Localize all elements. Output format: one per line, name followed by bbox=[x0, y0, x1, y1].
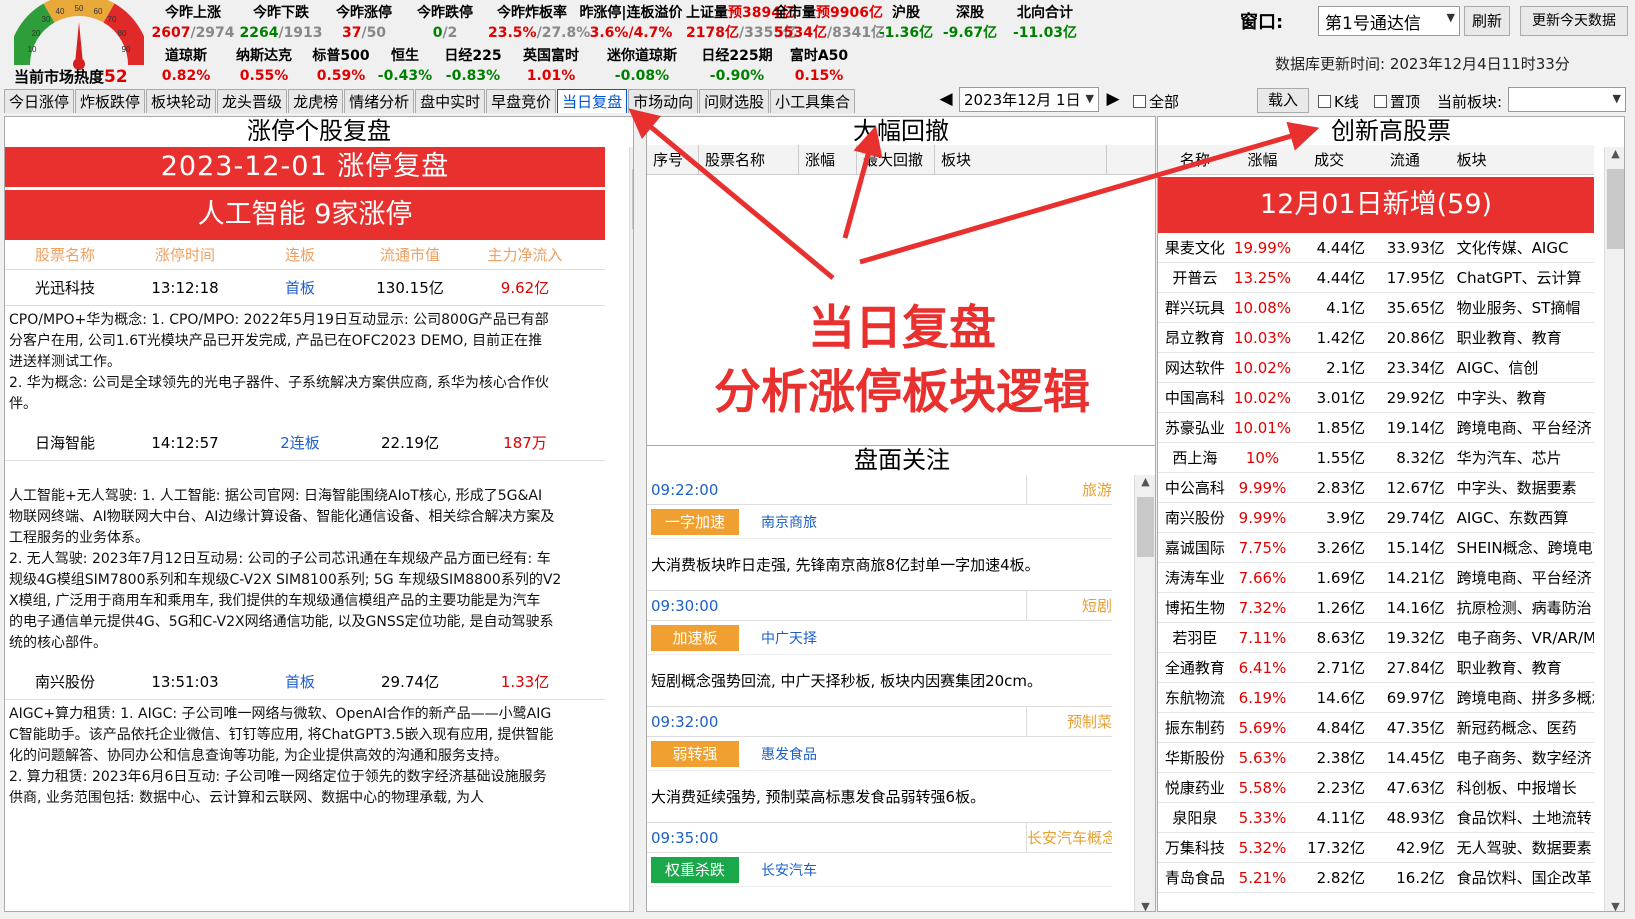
arrow-to-new-high bbox=[859, 121, 1320, 265]
app-window: 10 20 30 40 50 60 70 80 90 当前市场热度52 今昨上涨… bbox=[0, 0, 1635, 919]
annotation-arrows bbox=[628, 108, 1320, 280]
arrow-to-tab bbox=[628, 108, 835, 280]
arrow-to-pullback bbox=[842, 125, 883, 239]
